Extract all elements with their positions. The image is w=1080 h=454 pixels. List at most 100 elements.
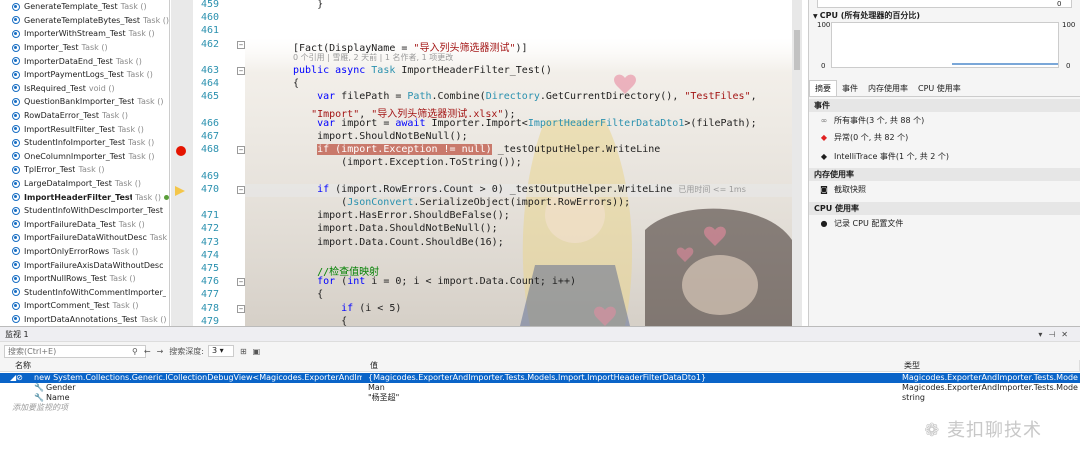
- watch-search-input[interactable]: [4, 344, 146, 358]
- events-all-row[interactable]: ∞ 所有事件(3 个, 共 88 个): [819, 114, 925, 127]
- code-line[interactable]: if (import.Exception != null) _testOutpu…: [293, 144, 660, 156]
- test-list-item[interactable]: ImportFailureData_Test Task (): [0, 218, 169, 232]
- test-signature: Task (): [137, 97, 164, 107]
- watch-add-item-row[interactable]: 添加要监视的项: [0, 403, 1080, 413]
- code-line[interactable]: if (i < 5): [293, 303, 401, 314]
- code-line[interactable]: import.Data.ShouldNotBeNull();: [293, 223, 498, 234]
- code-token: "TestFiles": [684, 91, 751, 103]
- take-snapshot-button[interactable]: ◙ 截取快照: [819, 183, 866, 196]
- code-line[interactable]: {: [293, 78, 299, 89]
- line-number: 474: [200, 249, 219, 261]
- watch-row-gender[interactable]: 🔧 Gender Man Magicodes.ExporterAndImport…: [0, 383, 1080, 393]
- line-number: 462: [200, 38, 219, 50]
- search-depth-select[interactable]: 3 ▾: [207, 345, 234, 357]
- infinity-icon: ∞: [820, 116, 828, 125]
- code-line[interactable]: 0 个引用 | 雪雁, 2 天前 | 1 名作者, 1 项更改: [293, 52, 453, 63]
- test-list-item[interactable]: ImporterDataEnd_Test Task (): [0, 54, 169, 68]
- fold-toggle-icon[interactable]: −: [237, 146, 245, 155]
- code-line[interactable]: for (int i = 0; i < import.Data.Count; i…: [293, 276, 576, 287]
- test-list-item[interactable]: ImportHeaderFilter_Test Task (): [0, 190, 169, 204]
- test-list-item[interactable]: TplError_Test Task (): [0, 163, 169, 177]
- watch-window: 监视 1 ▾⊣✕ ⚲ ← → 搜索深度: 3 ▾ ⊞ ▣ 名称 值 类型 ◢⊘ …: [0, 326, 1080, 454]
- code-token: import.Data.ShouldNotBeNull();: [293, 223, 498, 235]
- line-number: 459: [200, 0, 219, 10]
- fold-toggle-icon[interactable]: −: [237, 304, 245, 313]
- watch-row-name[interactable]: 🔧 Name "杨圣超" string: [0, 393, 1080, 403]
- column-name[interactable]: 名称: [10, 360, 31, 372]
- search-icon[interactable]: ⚲: [132, 347, 138, 356]
- code-line[interactable]: import.HasError.ShouldBeFalse();: [293, 210, 510, 221]
- fold-toggle-icon[interactable]: −: [237, 278, 245, 287]
- pin-icon[interactable]: ⊣: [1048, 330, 1061, 339]
- code-line[interactable]: (import.Exception.ToString());: [293, 157, 522, 168]
- test-signature: void (): [88, 83, 115, 93]
- code-token: import =: [341, 117, 396, 129]
- test-method-icon: [12, 288, 20, 297]
- test-list-item[interactable]: ImportDataAnnotations_Test Task (): [0, 313, 169, 326]
- code-line[interactable]: }: [293, 0, 323, 10]
- hex-display-icon[interactable]: ▣: [253, 347, 261, 356]
- test-list-item[interactable]: StudentInfoImporter_Test Task (): [0, 136, 169, 150]
- test-list-item[interactable]: GenerateTemplate_Test Task (): [0, 0, 169, 14]
- test-list-item[interactable]: LargeDataImport_Test Task (): [0, 177, 169, 191]
- pin-results-icon[interactable]: ⊞: [240, 347, 247, 356]
- code-line[interactable]: import.Data.Count.ShouldBe(16);: [293, 237, 504, 248]
- editor-vertical-scrollbar[interactable]: [792, 0, 802, 326]
- test-list-item[interactable]: GenerateTemplateBytes_Test Task (): [0, 14, 169, 28]
- tab-cpu-usage[interactable]: CPU 使用率: [913, 81, 966, 96]
- test-list-item[interactable]: ImportFailureDataWithoutDesc Task: [0, 231, 169, 245]
- code-line[interactable]: {: [293, 289, 323, 300]
- code-line[interactable]: import.ShouldNotBeNull();: [293, 131, 468, 142]
- expand-toggle-icon[interactable]: ◢⊘: [10, 373, 24, 383]
- code-line[interactable]: public async Task ImportHeaderFilter_Tes…: [293, 65, 552, 76]
- tab-memory-usage[interactable]: 内存使用率: [863, 81, 913, 96]
- test-signature: Task (): [134, 192, 161, 202]
- column-type[interactable]: 类型: [899, 360, 920, 372]
- test-list-item[interactable]: IsRequired_Test void (): [0, 82, 169, 96]
- record-cpu-profile-button[interactable]: ● 记录 CPU 配置文件: [819, 217, 904, 230]
- events-exception-row[interactable]: ◆ 异常(0 个, 共 82 个): [819, 131, 908, 144]
- code-line[interactable]: (JsonConvert.SerializeObject(import.RowE…: [293, 197, 630, 208]
- tab-summary[interactable]: 摘要: [809, 80, 837, 96]
- test-list-item[interactable]: ImportPaymentLogs_Test Task (): [0, 68, 169, 82]
- code-line[interactable]: var filePath = Path.Combine(Directory.Ge…: [293, 91, 757, 102]
- fold-toggle-icon[interactable]: −: [237, 185, 245, 194]
- test-list-item[interactable]: ImportResultFilter_Test Task (): [0, 122, 169, 136]
- watch-grid-header: 名称 值 类型: [0, 360, 1080, 372]
- fold-toggle-icon[interactable]: −: [237, 40, 245, 49]
- test-list-item[interactable]: ImportFailureAxisDataWithoutDesc: [0, 258, 169, 272]
- test-list-item[interactable]: StudentInfoWithCommentImporter_: [0, 285, 169, 299]
- test-list-item[interactable]: StudentInfoWithDescImporter_Test: [0, 204, 169, 218]
- code-line[interactable]: {: [293, 316, 347, 326]
- test-method-icon: [12, 274, 20, 283]
- test-list-item[interactable]: QuestionBankImporter_Test Task (): [0, 95, 169, 109]
- test-list-item[interactable]: ImporterWithStream_Test Task (): [0, 27, 169, 41]
- forward-arrow-icon[interactable]: →: [157, 347, 164, 356]
- glyph-margin[interactable]: [171, 0, 193, 326]
- code-token: int: [347, 276, 372, 288]
- column-value[interactable]: 值: [365, 360, 378, 372]
- code-editor[interactable]: 459 } 460 461 462 [Fact(DisplayName = "导入列头筛…: [171, 0, 802, 326]
- test-list-item[interactable]: ImportNullRows_Test Task (): [0, 272, 169, 286]
- fold-toggle-icon[interactable]: −: [237, 67, 245, 75]
- test-signature: Task (): [109, 274, 136, 284]
- watch-row-collection[interactable]: ◢⊘ new System.Collections.Generic.IColle…: [0, 373, 1080, 383]
- test-list-item[interactable]: Importer_Test Task (): [0, 41, 169, 55]
- dropdown-icon[interactable]: ▾: [1038, 330, 1048, 339]
- events-intellitrace-row[interactable]: ◆ IntelliTrace 事件(1 个, 共 2 个): [819, 150, 949, 163]
- back-arrow-icon[interactable]: ←: [144, 347, 151, 356]
- intellitrace-diamond-icon: ◆: [820, 152, 828, 161]
- test-method-icon: [12, 179, 20, 188]
- test-signature: Task (): [112, 246, 139, 256]
- code-line[interactable]: if (import.RowErrors.Count > 0) _testOut…: [293, 184, 746, 195]
- code-line[interactable]: var import = await Importer.Import<Impor…: [293, 118, 757, 129]
- tab-events[interactable]: 事件: [837, 81, 863, 96]
- test-list-item[interactable]: RowDataError_Test Task (): [0, 109, 169, 123]
- events-all-label: 所有事件(3 个, 共 88 个): [834, 116, 925, 125]
- code-token: >(filePath);: [684, 117, 757, 129]
- test-list-item[interactable]: ImportOnlyErrorRows Task (): [0, 245, 169, 259]
- test-list-item[interactable]: ImportComment_Test Task (): [0, 299, 169, 313]
- close-icon[interactable]: ✕: [1061, 330, 1074, 339]
- test-method-icon: [12, 29, 20, 38]
- test-list-item[interactable]: OneColumnImporter_Test Task (): [0, 150, 169, 164]
